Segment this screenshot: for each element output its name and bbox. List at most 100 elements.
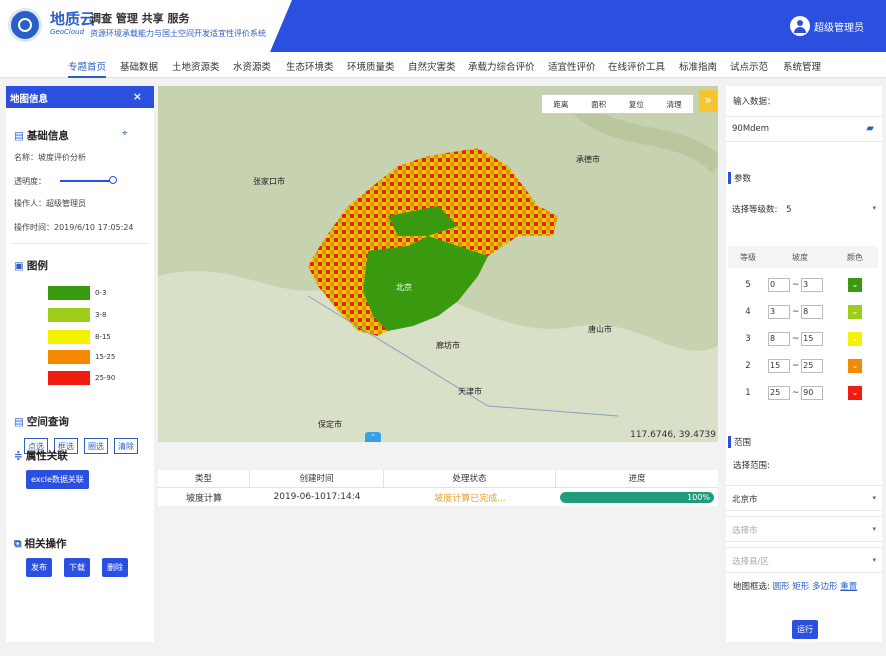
color-picker[interactable]: ⌄: [848, 331, 862, 346]
download-button[interactable]: 下载: [64, 558, 90, 577]
level-number: 4: [745, 306, 751, 317]
chevron-down-icon: ▾: [872, 204, 876, 212]
right-panel: 输入数据： 90Mdem ▰ 参数 选择等级数: 5 ▾ 等级 坡度 颜色 5 …: [726, 86, 882, 642]
close-icon[interactable]: ×: [133, 90, 142, 103]
chevron-up-icon[interactable]: ⌃: [365, 432, 381, 442]
basic-info-heading: ▤ 基础信息: [14, 130, 69, 142]
polygon-shape-link[interactable]: 多边形: [812, 582, 838, 592]
measure-distance-button[interactable]: 距离: [553, 99, 568, 110]
legend-swatch: [48, 308, 90, 322]
cell-progress: 100%: [556, 491, 718, 503]
level-row: 3 8 ~15 ⌄: [728, 325, 878, 352]
map-view[interactable]: 张家口市 承德市 北京 廊坊市 天津市 保定市 唐山市 距离 面积 复位 清理 …: [158, 86, 718, 442]
opacity-slider[interactable]: [60, 180, 114, 182]
grade-select[interactable]: 选择等级数: 5 ▾: [726, 196, 882, 222]
expand-arrow-icon[interactable]: »: [699, 90, 717, 112]
province-select[interactable]: 北京市 ▾: [726, 485, 882, 511]
col-status: 处理状态: [384, 469, 556, 488]
nav-standards[interactable]: 标准指南: [679, 59, 717, 73]
grade-label: 选择等级数:: [732, 205, 778, 215]
legend-label: 8-15: [95, 333, 111, 341]
user-name: 超级管理员: [814, 22, 864, 34]
slope-min-input[interactable]: 15: [768, 358, 790, 373]
operator-row: 操作人：超级管理员: [14, 199, 86, 208]
nav-basic-data[interactable]: 基础数据: [120, 59, 158, 73]
clear-button[interactable]: 清除: [114, 438, 138, 454]
nav-system[interactable]: 系统管理: [783, 59, 821, 73]
slope-max-input[interactable]: 3: [801, 277, 824, 292]
nav-capacity[interactable]: 承载力综合评价: [468, 59, 535, 73]
nav-home[interactable]: 专题首页: [68, 59, 107, 78]
circle-select-button[interactable]: 圈选: [84, 438, 108, 454]
link-icon: ≑: [14, 450, 23, 462]
input-data-field[interactable]: 90Mdem ▰: [726, 116, 882, 142]
chevron-down-icon: ▾: [872, 525, 876, 533]
delete-button[interactable]: 删除: [102, 558, 128, 577]
nav-land[interactable]: 土地资源类: [172, 59, 220, 73]
level-number: 1: [745, 387, 751, 398]
opacity-row: 透明度：: [14, 177, 46, 186]
nav-env[interactable]: 环境质量类: [347, 59, 395, 73]
county-select[interactable]: 选择县/区 ▾: [726, 547, 882, 573]
nav-suitability[interactable]: 适宜性评价: [548, 59, 596, 73]
color-picker[interactable]: ⌄: [848, 304, 862, 319]
nav-eco[interactable]: 生态环境类: [286, 59, 334, 73]
color-col: 颜色: [847, 252, 863, 262]
slope-min-input[interactable]: 3: [768, 304, 790, 319]
city-select[interactable]: 选择市 ▾: [726, 516, 882, 542]
nav-pilot[interactable]: 试点示范: [730, 59, 768, 73]
input-data-value: 90Mdem: [732, 124, 770, 134]
opacity-slider-handle[interactable]: [109, 176, 117, 184]
legend-swatch: [48, 330, 90, 344]
measure-area-button[interactable]: 面积: [591, 99, 606, 110]
brand-english: GeoCloud: [50, 28, 85, 36]
legend-label: 0-3: [95, 289, 107, 297]
nav-online-tools[interactable]: 在线评价工具: [608, 59, 665, 73]
level-row: 4 3 ~8 ⌄: [728, 298, 878, 325]
nav-water[interactable]: 水资源类: [233, 59, 271, 73]
level-row: 1 25 ~90 ⌄: [728, 379, 878, 406]
publish-button[interactable]: 发布: [26, 558, 52, 577]
table-row[interactable]: 坡度计算 2019-06-1017:14:4 坡度计算已完成... 100%: [158, 488, 718, 506]
params-heading: 参数: [728, 172, 751, 184]
app-subtitle: 资源环境承载能力与国土空间开发适宜性评价系统: [90, 29, 266, 38]
nav-disaster[interactable]: 自然灾害类: [408, 59, 456, 73]
level-row: 2 15 ~25 ⌄: [728, 352, 878, 379]
app-title: 调查 管理 共享 服务: [90, 12, 190, 25]
slope-min-input[interactable]: 0: [768, 277, 790, 292]
excel-link-button[interactable]: excle数据关联: [26, 470, 89, 489]
reset-shape-link[interactable]: 重置: [840, 582, 857, 592]
progress-text: 100%: [687, 492, 710, 502]
clear-map-button[interactable]: 清理: [667, 99, 682, 110]
map-label: 保定市: [318, 420, 342, 429]
location-pin-icon[interactable]: ⌖: [122, 128, 128, 139]
color-picker[interactable]: ⌄: [848, 358, 862, 373]
user-menu[interactable]: 超级管理员: [790, 16, 864, 36]
color-picker[interactable]: ⌄: [848, 277, 862, 292]
map-label: 承德市: [576, 155, 600, 164]
map-label: 廊坊市: [436, 341, 460, 350]
slope-max-input[interactable]: 15: [801, 331, 824, 346]
table-header: 类型 创建时间 处理状态 进度: [158, 469, 718, 488]
level-number: 3: [745, 333, 751, 344]
attribute-link-heading: ≑ 属性关联: [14, 450, 68, 462]
legend-label: 3-8: [95, 311, 107, 319]
geocloud-logo: [8, 8, 42, 42]
task-table: 类型 创建时间 处理状态 进度 坡度计算 2019-06-1017:14:4 坡…: [158, 469, 718, 506]
reset-view-button[interactable]: 复位: [629, 99, 644, 110]
run-button[interactable]: 运行: [792, 620, 818, 639]
slope-max-input[interactable]: 90: [801, 385, 824, 400]
circle-shape-link[interactable]: 圆形: [773, 582, 790, 592]
slope-max-input[interactable]: 25: [801, 358, 824, 373]
map-label: 天津市: [458, 387, 482, 396]
slope-min-input[interactable]: 25: [768, 385, 790, 400]
slope-max-input[interactable]: 8: [801, 304, 824, 319]
slope-min-input[interactable]: 8: [768, 331, 790, 346]
level-row: 5 0 ~3 ⌄: [728, 271, 878, 298]
folder-icon[interactable]: ▰: [866, 123, 874, 134]
document-icon: ▤: [14, 130, 24, 142]
legend-heading: ▣ 图例: [14, 260, 48, 272]
rect-shape-link[interactable]: 矩形: [792, 582, 809, 592]
cell-status: 坡度计算已完成...: [434, 493, 506, 504]
color-picker[interactable]: ⌄: [848, 385, 862, 400]
